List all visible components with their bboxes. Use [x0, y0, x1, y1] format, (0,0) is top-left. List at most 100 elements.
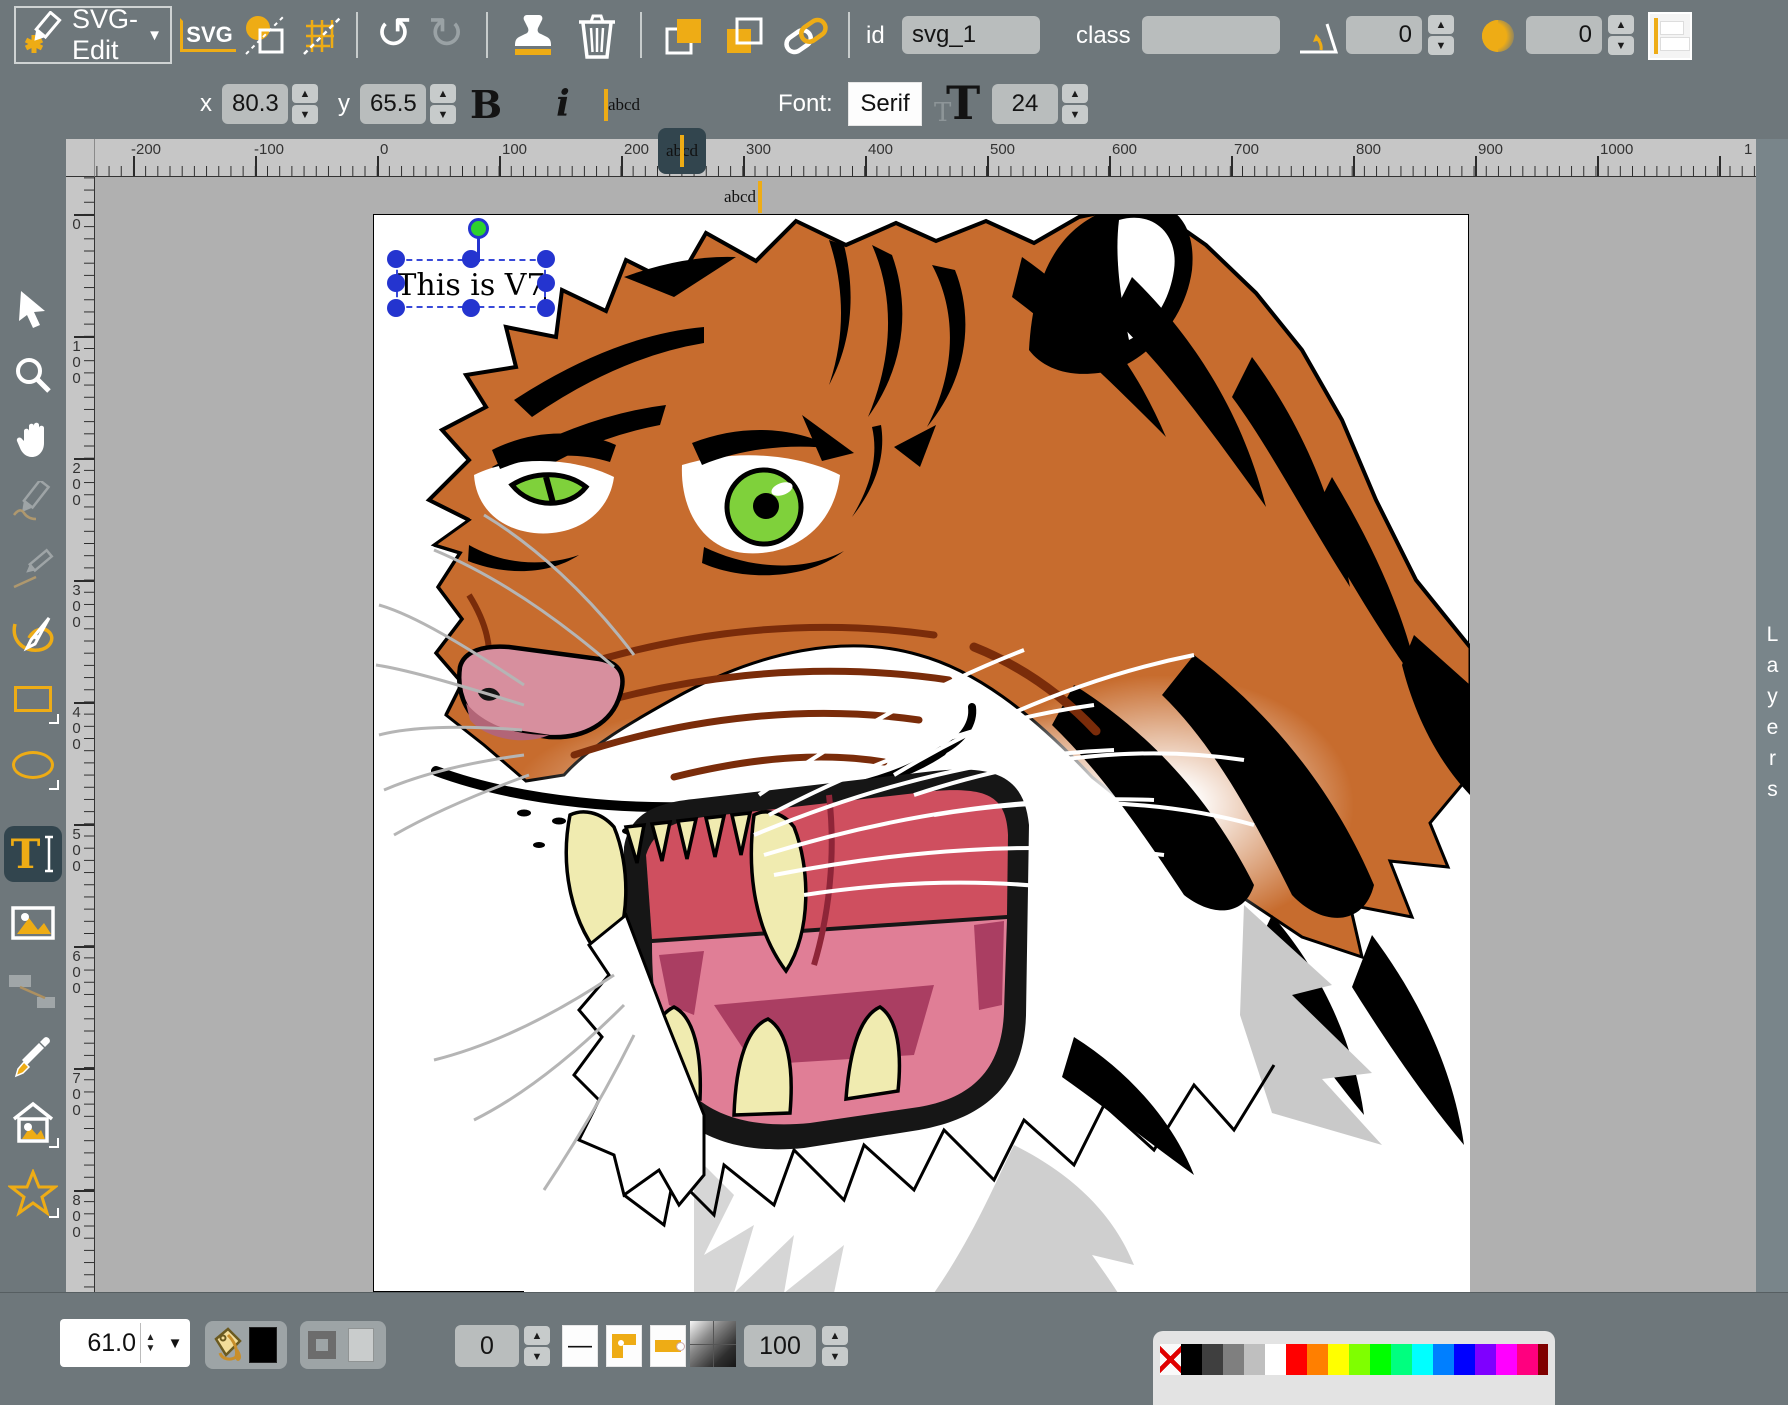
y-input[interactable]: 65.5 [360, 84, 426, 124]
palette-swatch[interactable] [1181, 1344, 1202, 1375]
make-link-button[interactable] [780, 12, 832, 60]
font-family-button[interactable]: Serif [848, 82, 922, 126]
text-tool[interactable]: T [4, 826, 62, 882]
palette-swatch[interactable] [1496, 1344, 1517, 1375]
star-tool[interactable] [4, 1165, 62, 1221]
font-size-input[interactable]: 24 [992, 84, 1058, 124]
palette-swatch[interactable] [1454, 1344, 1475, 1375]
text-anchor-start-button[interactable]: abcd [600, 82, 648, 128]
y-spinner[interactable]: ▲▼ [430, 84, 456, 124]
angle-spinner[interactable]: ▲▼ [1428, 15, 1454, 55]
selection-handle-sw[interactable] [387, 299, 405, 317]
selection-handle-nw[interactable] [387, 250, 405, 268]
eyedropper-tool[interactable] [4, 1029, 62, 1085]
layers-panel-toggle[interactable]: Layers [1756, 139, 1788, 1292]
import-image-button[interactable] [240, 10, 290, 60]
palette-swatch[interactable] [1517, 1344, 1538, 1375]
palette-swatch[interactable] [1223, 1344, 1244, 1375]
blur-control [1478, 16, 1518, 56]
path-tool[interactable] [4, 605, 62, 661]
view-source-button[interactable]: SVG [186, 14, 230, 56]
zoom-tool[interactable] [4, 347, 62, 403]
palette-swatch[interactable] [1286, 1344, 1307, 1375]
selection-handle-ne[interactable] [537, 250, 555, 268]
palette-swatch[interactable] [1391, 1344, 1412, 1375]
text-anchor-middle-button[interactable]: abcd [658, 128, 706, 174]
fill-color-control[interactable] [205, 1321, 287, 1369]
x-label: x [200, 90, 212, 118]
palette-swatch[interactable] [1328, 1344, 1349, 1375]
blur-spinner[interactable]: ▲▼ [1608, 15, 1634, 55]
redo-button[interactable]: ↻ [424, 10, 468, 58]
zoom-dropdown-icon[interactable]: ▼ [160, 1323, 190, 1363]
workspace[interactable]: This is V7 [95, 177, 1756, 1292]
x-spinner[interactable]: ▲▼ [292, 84, 318, 124]
linejoin-button[interactable] [606, 1325, 642, 1367]
rotate-handle[interactable] [468, 218, 489, 239]
palette-swatch[interactable] [1412, 1344, 1433, 1375]
selection-handle-s[interactable] [462, 299, 480, 317]
ruler-label: 100 [68, 338, 85, 386]
palette-none-swatch[interactable] [1160, 1344, 1181, 1375]
shape-library-tool[interactable] [4, 1095, 62, 1151]
svg-canvas[interactable]: This is V7 [373, 214, 1469, 1292]
clone-button[interactable] [508, 10, 558, 62]
selection-handle-se[interactable] [537, 299, 555, 317]
move-to-back-button[interactable] [720, 12, 768, 60]
palette-swatch[interactable] [1307, 1344, 1328, 1375]
palette-swatch[interactable] [1244, 1344, 1265, 1375]
text-anchor-end-button[interactable]: abcd [716, 174, 764, 220]
zoom-control[interactable]: 61.0 ▲▼ ▼ [60, 1319, 190, 1367]
angle-input[interactable]: 0 [1346, 16, 1422, 54]
palette-swatch[interactable] [1433, 1344, 1454, 1375]
zoom-spinner[interactable]: ▲▼ [140, 1323, 160, 1363]
fill-swatch[interactable] [249, 1327, 277, 1363]
image-tool[interactable] [4, 895, 62, 951]
undo-button[interactable]: ↺ [372, 10, 416, 58]
delete-button[interactable] [572, 10, 622, 62]
selection-handle-n[interactable] [462, 250, 480, 268]
ellipse-tool[interactable] [4, 737, 62, 793]
toolbar-separator [640, 12, 642, 58]
vertical-ruler: 0 100 200 300 400 500 600 700 800 [66, 177, 95, 1292]
grid-snap-button[interactable] [298, 10, 348, 60]
stroke-width-input[interactable]: 0 [455, 1325, 519, 1367]
menu-caret-icon: ▼ [147, 27, 162, 44]
stroke-width-spinner[interactable]: ▲▼ [524, 1326, 550, 1366]
stroke-color-control[interactable] [300, 1321, 386, 1369]
palette-swatch[interactable] [1475, 1344, 1496, 1375]
selection-handle-e[interactable] [537, 274, 555, 292]
blur-icon [1478, 16, 1518, 56]
opacity-spinner[interactable]: ▲▼ [822, 1326, 848, 1366]
move-front-icon [661, 13, 707, 59]
stroke-swatch[interactable] [348, 1328, 374, 1362]
selection-handle-w[interactable] [387, 274, 405, 292]
pencil-tool[interactable] [4, 475, 62, 531]
align-position-control[interactable] [1648, 12, 1692, 60]
move-to-front-button[interactable] [660, 12, 708, 60]
image-icon [11, 906, 55, 940]
italic-button[interactable]: i [548, 78, 578, 130]
line-tool[interactable] [4, 541, 62, 597]
palette-swatch[interactable] [1349, 1344, 1370, 1375]
layers-label: Layers [1760, 623, 1784, 809]
x-input[interactable]: 80.3 [222, 84, 288, 124]
palette-swatch[interactable] [1370, 1344, 1391, 1375]
bold-button[interactable]: B [466, 78, 506, 130]
palette-swatch[interactable] [1202, 1344, 1223, 1375]
linecap-button[interactable] [650, 1325, 686, 1367]
pan-tool[interactable] [4, 411, 62, 467]
class-input[interactable] [1142, 16, 1280, 54]
opacity-input[interactable]: 100 [744, 1325, 816, 1367]
stroke-dash-button[interactable]: — [562, 1325, 598, 1367]
connector-tool[interactable] [4, 963, 62, 1019]
blur-input[interactable]: 0 [1526, 16, 1602, 54]
palette-swatch[interactable] [1265, 1344, 1286, 1375]
font-size-spinner[interactable]: ▲▼ [1062, 84, 1088, 124]
id-input[interactable]: svg_1 [902, 16, 1040, 54]
select-tool[interactable] [4, 281, 62, 337]
palette-swatch[interactable] [1538, 1344, 1548, 1375]
rect-tool[interactable] [4, 671, 62, 727]
main-menu-button[interactable]: SVG-Edit ▼ [14, 6, 172, 64]
rotation-angle-icon [1297, 16, 1339, 56]
